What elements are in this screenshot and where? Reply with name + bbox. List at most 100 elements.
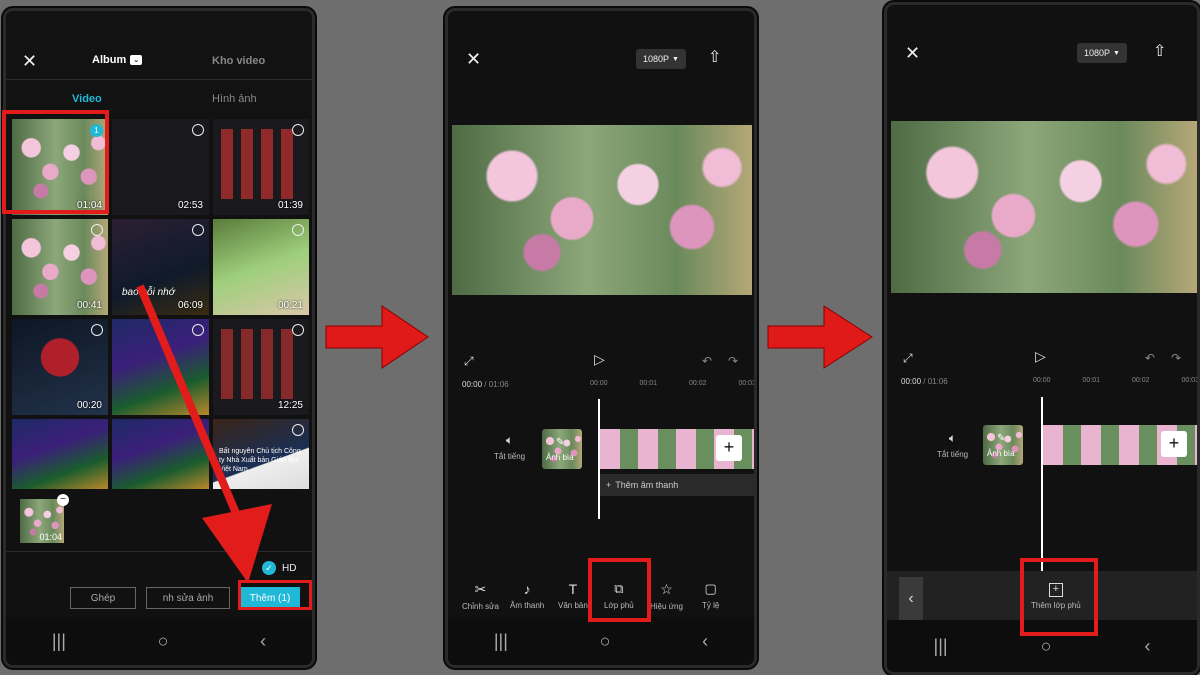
- ruler-tick: 00:02: [688, 380, 707, 387]
- tool-ratio[interactable]: ▢ Tỷ lệ: [702, 581, 719, 610]
- app-icons-grid: [221, 129, 301, 199]
- redo-icon[interactable]: ↷: [1171, 351, 1181, 365]
- nav-home-icon[interactable]: ○: [158, 631, 169, 652]
- select-circle[interactable]: [292, 324, 304, 336]
- close-icon[interactable]: ✕: [466, 49, 481, 70]
- select-circle[interactable]: [292, 424, 304, 436]
- plus-icon[interactable]: +: [1161, 431, 1187, 457]
- back-chevron-icon[interactable]: ‹: [899, 577, 923, 621]
- pencil-icon: ✎: [997, 433, 1006, 444]
- undo-icon[interactable]: ↶: [702, 354, 712, 368]
- cover-button[interactable]: ✎ Ảnh bìa: [983, 425, 1023, 465]
- chevron-down-icon: ⌄: [130, 55, 143, 65]
- speaker-icon: 🔈︎: [948, 431, 957, 445]
- time-total: / 01:06: [484, 380, 509, 389]
- play-icon[interactable]: ▷: [1035, 348, 1046, 365]
- cover-label: Ảnh bìa: [987, 449, 1015, 458]
- nav-home-icon[interactable]: ○: [600, 631, 611, 652]
- resolution-selector[interactable]: 1080P ▼: [1077, 43, 1127, 63]
- select-circle[interactable]: [292, 224, 304, 236]
- playhead[interactable]: [1041, 397, 1043, 573]
- video-preview[interactable]: [452, 125, 752, 295]
- text-icon: T: [568, 581, 578, 597]
- playhead[interactable]: [598, 399, 600, 519]
- time-current: 00:00: [901, 377, 922, 386]
- media-thumb[interactable]: 01:39: [213, 119, 309, 215]
- nav-back-icon[interactable]: ‹: [260, 631, 266, 652]
- ruler-tick: 00:03: [1181, 377, 1199, 384]
- resolution-selector[interactable]: 1080P ▼: [636, 49, 686, 69]
- resolution-label: 1080P: [643, 54, 670, 64]
- mute-label: Tắt tiếng: [494, 452, 526, 461]
- tab-video[interactable]: Video: [72, 93, 102, 105]
- select-circle[interactable]: [192, 124, 204, 136]
- remove-icon[interactable]: −: [57, 494, 69, 506]
- tab-stock-video[interactable]: Kho video: [212, 55, 265, 67]
- picker-header: [6, 11, 312, 126]
- upload-icon[interactable]: ⇧: [708, 47, 721, 67]
- resolution-label: 1080P: [1084, 48, 1111, 58]
- thumb-duration: 02:53: [177, 200, 203, 211]
- mute-button[interactable]: 🔈︎ Tắt tiếng: [494, 433, 525, 461]
- tool-label: Chỉnh sửa: [462, 602, 499, 611]
- cover-button[interactable]: ✎ Ảnh bìa: [542, 429, 582, 469]
- tab-photo[interactable]: Hình ảnh: [212, 93, 257, 105]
- nav-recent-icon[interactable]: |||: [494, 631, 508, 652]
- nav-back-icon[interactable]: ‹: [1144, 636, 1150, 657]
- ruler-tick: 00:01: [639, 380, 658, 387]
- select-circle[interactable]: [292, 124, 304, 136]
- mute-label: Tắt tiếng: [937, 450, 969, 459]
- timecode: 00:00 / 01:06: [462, 380, 509, 389]
- highlight-box: [588, 558, 651, 622]
- nav-recent-icon[interactable]: |||: [934, 636, 948, 657]
- select-circle[interactable]: [91, 324, 103, 336]
- mute-button[interactable]: 🔈︎ Tắt tiếng: [937, 431, 968, 459]
- media-thumb[interactable]: 00:20: [12, 319, 108, 415]
- tab-album[interactable]: Album ⌄: [92, 54, 143, 66]
- video-preview[interactable]: [891, 121, 1197, 293]
- redo-icon[interactable]: ↷: [728, 354, 738, 368]
- thumb-duration: 12:25: [277, 400, 303, 411]
- nav-recent-icon[interactable]: |||: [52, 631, 66, 652]
- ruler-tick: 00:03: [738, 380, 756, 387]
- plus-icon[interactable]: +: [716, 435, 742, 461]
- add-audio-track[interactable]: + Thêm âm thanh: [600, 474, 754, 496]
- scissors-icon: ✂: [474, 581, 487, 597]
- diagonal-arrow: [136, 284, 272, 583]
- time-current: 00:00: [462, 380, 483, 389]
- select-circle[interactable]: [91, 224, 103, 236]
- merge-button[interactable]: Ghép: [70, 587, 136, 609]
- timeline-ruler: 00:00 00:01 00:02 00:03: [1033, 377, 1199, 384]
- close-icon[interactable]: ✕: [905, 43, 920, 64]
- media-thumb[interactable]: 00:41: [12, 219, 108, 315]
- nav-home-icon[interactable]: ○: [1041, 636, 1052, 657]
- play-icon[interactable]: ▷: [594, 351, 605, 368]
- nav-back-icon[interactable]: ‹: [702, 631, 708, 652]
- thumb-duration: 00:41: [76, 300, 102, 311]
- tool-label: Âm thanh: [510, 601, 545, 610]
- media-thumb[interactable]: 02:53: [112, 119, 209, 215]
- tool-effects[interactable]: ☆ Hiệu ứng: [650, 581, 683, 611]
- tool-audio[interactable]: ♪ Âm thanh: [510, 581, 544, 610]
- thumb-duration: 01:39: [277, 200, 303, 211]
- timecode: 00:00 / 01:06: [901, 377, 948, 386]
- undo-icon[interactable]: ↶: [1145, 351, 1155, 365]
- system-navbar: ||| ○ ‹: [448, 617, 754, 665]
- tool-text[interactable]: T Văn bản: [558, 581, 588, 610]
- highlight-box: [1020, 558, 1098, 636]
- select-circle[interactable]: [192, 224, 204, 236]
- fullscreen-icon[interactable]: ⤢: [903, 351, 913, 366]
- selected-clip[interactable]: − 01:04: [20, 494, 69, 543]
- tab-album-label: Album: [92, 54, 127, 66]
- upload-icon[interactable]: ⇧: [1153, 41, 1166, 61]
- media-thumb[interactable]: [12, 419, 108, 489]
- pencil-icon: ✎: [556, 437, 565, 448]
- close-icon[interactable]: ✕: [22, 51, 37, 72]
- chevron-down-icon: ▼: [1113, 49, 1120, 57]
- tool-edit[interactable]: ✂ Chỉnh sửa: [462, 581, 499, 611]
- fullscreen-icon[interactable]: ⤢: [464, 354, 474, 369]
- hd-label: HD: [282, 562, 297, 574]
- chevron-down-icon: ▼: [672, 55, 679, 63]
- step-arrow-2: [767, 305, 873, 369]
- step-arrow-1: [325, 305, 429, 369]
